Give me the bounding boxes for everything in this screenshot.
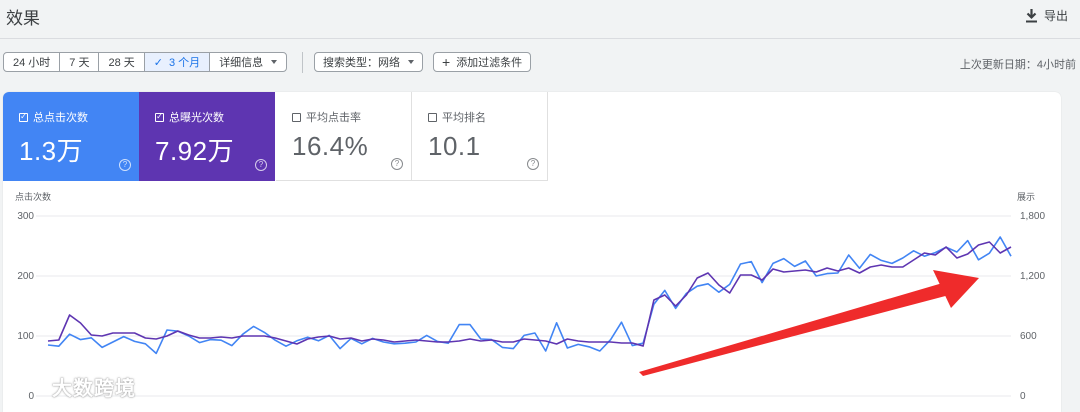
add-filter-label: 添加过滤条件 [456,57,523,69]
metric-average-position[interactable]: 平均排名 10.1 ? [412,92,548,181]
metric-total-impressions[interactable]: ✓ 总曝光次数 7.92万 ? [139,92,275,181]
date-range-selector: 24 小时 7 天 28 天 ✓ 3 个月 详细信息 [3,52,288,72]
performance-chart: 点击次数 展示300 1,800200 1,200100 6000 0 [15,191,1045,402]
metric-label: 平均点击率 [306,112,361,124]
metric-label: 总曝光次数 [169,112,224,124]
details-dropdown[interactable]: 详细信息 [210,53,286,71]
page-title: 效果 [6,9,40,29]
help-icon[interactable]: ? [391,158,403,170]
metric-total-clicks[interactable]: ✓ 总点击次数 1.3万 ? [3,92,139,181]
plus-icon: + [442,54,451,70]
left-axis-title: 点击次数 [15,191,51,202]
watermark-logo [8,376,48,397]
left-tick-label: 200 [17,271,34,282]
dropdown-arrow-icon [271,60,278,64]
right-axis-title: 展示 [1017,192,1035,202]
range-28d[interactable]: 28 天 [99,53,145,71]
watermark: 大数跨境 [8,372,136,401]
checkbox-unchecked-icon [428,112,437,122]
range-24h[interactable]: 24 小时 [4,53,61,71]
last-updated: 上次更新日期：4小时前 [959,59,1076,71]
help-icon[interactable]: ? [119,159,131,171]
checkbox-checked-icon: ✓ [19,112,28,122]
metric-label: 总点击次数 [33,112,88,124]
export-label: 导出 [1043,9,1068,23]
range-28d-label: 28 天 [108,57,135,69]
right-tick-label: 1,800 [1020,211,1045,222]
range-3m[interactable]: ✓ 3 个月 [144,53,211,71]
left-tick-label: 100 [17,331,34,342]
toolbar-divider [302,52,303,73]
search-type-dropdown[interactable]: 搜索类型：网络 [314,52,423,72]
right-tick-label: 1,200 [1020,271,1045,282]
range-3m-label: 3 个月 [169,57,201,69]
performance-card: ✓ 总点击次数 1.3万 ? ✓ 总曝光次数 7.92万 ? 平均点击率 16.4%… [3,92,1061,412]
metric-value: 16.4% [292,131,369,161]
search-type-label: 搜索类型：网络 [323,57,400,69]
add-filter-button[interactable]: + 添加过滤条件 [433,52,532,72]
range-7d-label: 7 天 [69,57,90,69]
checkbox-unchecked-icon [292,112,301,122]
impressions-series-line [47,241,1012,347]
help-icon[interactable]: ? [255,159,267,171]
right-tick-label: 600 [1020,331,1037,342]
left-tick-label: 300 [17,211,34,222]
range-7d[interactable]: 7 天 [60,53,100,71]
header: 效果 导出 [0,0,1080,38]
header-divider [0,38,1080,39]
metric-average-ctr[interactable]: 平均点击率 16.4% ? [276,92,412,181]
right-tick-label: 0 [1020,391,1026,402]
watermark-text: 大数跨境 [52,378,136,400]
download-icon [1025,8,1037,22]
check-icon: ✓ [153,56,163,69]
dropdown-arrow-icon [408,60,414,64]
range-24h-label: 24 小时 [13,57,51,69]
details-label: 详细信息 [219,57,264,69]
metric-value: 10.1 [428,131,481,161]
help-icon[interactable]: ? [527,158,539,170]
checkbox-checked-icon: ✓ [155,112,164,122]
metric-label: 平均排名 [442,112,486,124]
export-button[interactable]: 导出 [1025,7,1068,24]
